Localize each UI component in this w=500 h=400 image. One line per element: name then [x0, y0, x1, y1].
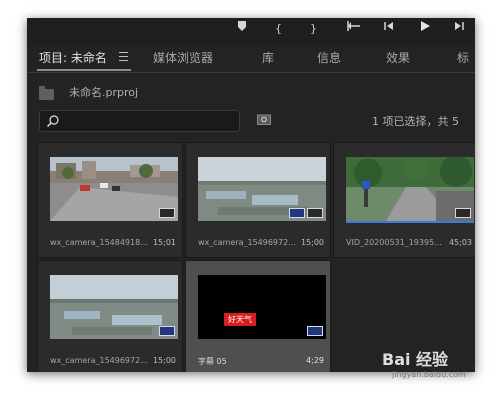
project-folder-icon: [39, 86, 54, 100]
search-icon: [46, 115, 59, 128]
clip-name: wx_camera_15496972...: [50, 356, 148, 365]
clip-badges: [455, 208, 471, 218]
clip-duration: 15;00: [300, 238, 324, 247]
media-item[interactable]: wx_camera_15496972... 15;00: [37, 260, 183, 372]
active-tab-indicator: [37, 69, 131, 71]
clip-badges: [159, 326, 175, 336]
caption-text: 好天气: [224, 313, 256, 326]
clip-thumbnail: 好天气: [198, 275, 326, 339]
clip-badges: [307, 326, 323, 336]
transport-toolbar: { }: [27, 18, 475, 47]
media-item-selected[interactable]: 好天气 字幕 05 4;29: [185, 260, 331, 372]
tab-info[interactable]: 信息: [317, 46, 341, 70]
tab-media-browser[interactable]: 媒体浏览器: [153, 46, 213, 70]
premiere-project-panel: { } 项目: 未命名 媒体浏览器 库 信息 效果 标 未命名.prproj 1…: [27, 18, 475, 372]
audio-badge-icon: [307, 208, 323, 218]
media-item[interactable]: wx_camera_15496972... 15;00: [185, 142, 331, 258]
clip-badges: [159, 208, 175, 218]
clip-name: wx_camera_15484918...: [50, 238, 148, 247]
selection-count: 1 项已选择，共 5: [372, 115, 459, 128]
clip-name: VID_20200531_19395...: [346, 238, 442, 247]
clip-duration: 45;03: [448, 238, 472, 247]
video-badge-icon: [289, 208, 305, 218]
step-forward-icon[interactable]: [453, 18, 465, 40]
clip-thumbnail: [198, 157, 326, 221]
audio-badge-icon: [159, 208, 175, 218]
clip-thumbnail: [50, 157, 178, 221]
clip-duration: 15;00: [152, 356, 176, 365]
play-icon[interactable]: [419, 18, 431, 40]
audio-badge-icon: [455, 208, 471, 218]
clip-duration: 15;01: [152, 238, 176, 247]
clip-duration: 4;29: [306, 356, 324, 365]
tab-effects[interactable]: 效果: [386, 46, 410, 70]
tab-project[interactable]: 项目: 未命名: [39, 46, 107, 70]
media-item[interactable]: VID_20200531_19395... 45;03: [333, 142, 475, 258]
clip-playhead-bar[interactable]: [346, 221, 474, 223]
watermark-url: jingyan.baidu.com: [392, 370, 466, 379]
video-badge-icon: [307, 326, 323, 336]
step-back-icon[interactable]: [383, 18, 395, 40]
new-search-bin-icon[interactable]: [257, 114, 271, 125]
video-badge-icon: [159, 326, 175, 336]
marker-icon[interactable]: [237, 18, 247, 40]
panel-menu-icon[interactable]: [119, 52, 128, 62]
clip-badges: [289, 208, 323, 218]
project-file-name: 未命名.prproj: [69, 86, 139, 99]
clip-thumbnail: [346, 157, 474, 221]
out-point-icon[interactable]: }: [310, 18, 317, 40]
project-path-row: 未命名.prproj: [27, 74, 475, 104]
search-row: 1 项已选择，共 5: [27, 110, 475, 134]
media-item[interactable]: wx_camera_15484918... 15;01: [37, 142, 183, 258]
baidu-watermark: Bai 经验: [382, 350, 449, 369]
clip-thumbnail: [50, 275, 178, 339]
clip-name: 字幕 05: [198, 357, 227, 366]
in-point-icon[interactable]: {: [275, 18, 282, 40]
clip-name: wx_camera_15496972...: [198, 238, 296, 247]
tab-libraries[interactable]: 库: [262, 46, 274, 70]
panel-tabs: 项目: 未命名 媒体浏览器 库 信息 效果 标: [27, 46, 475, 73]
go-to-in-icon[interactable]: [345, 18, 361, 40]
tab-markers[interactable]: 标: [457, 46, 469, 70]
media-grid: wx_camera_15484918... 15;01 wx_camera_15…: [37, 142, 475, 372]
search-field[interactable]: [39, 110, 240, 132]
